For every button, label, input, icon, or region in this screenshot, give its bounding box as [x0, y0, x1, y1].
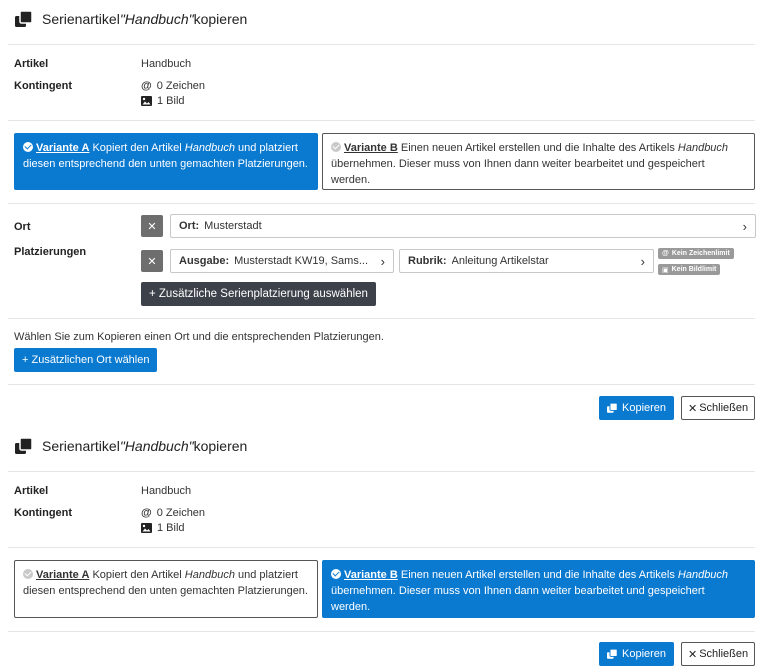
copy-icon [15, 11, 33, 27]
copy-button[interactable]: Kopieren [599, 396, 675, 420]
close-button-label: Schließen [699, 402, 749, 414]
variant-b-name[interactable]: Variante B [344, 142, 398, 154]
copy-button-label: Kopieren [622, 648, 667, 660]
variant-b-option[interactable]: Variante B Einen neuen Artikel erstellen… [322, 133, 755, 190]
at-icon: @ [141, 80, 152, 92]
check-circle-icon [23, 569, 33, 579]
variant-b-name[interactable]: Variante B [344, 569, 398, 581]
title-article-name: "Handbuch" [119, 438, 194, 454]
divider [8, 471, 755, 472]
rubrik-select[interactable]: Rubrik: Anleitung Artikelstar › [399, 249, 654, 273]
check-circle-icon [331, 569, 341, 579]
variant-a-name[interactable]: Variante A [36, 569, 89, 581]
variant-b-text-end: übernehmen. Dieser muss von Ihnen dann w… [331, 585, 705, 613]
hint-text: Wählen Sie zum Kopieren einen Ort und di… [14, 331, 384, 343]
ort-select-key: Ort: [179, 220, 200, 232]
ausgabe-select-value: Musterstadt KW19, Sams... [234, 255, 368, 267]
divider [8, 631, 755, 632]
ort-label: Ort [14, 221, 31, 233]
divider [8, 384, 755, 385]
kontingent-label: Kontingent [14, 80, 73, 92]
artikel-value: Handbuch [141, 58, 192, 70]
close-icon: ✕ [147, 255, 157, 268]
dialog-title: Serienartikel "Handbuch" kopieren [15, 11, 247, 27]
platzierungen-label: Platzierungen [14, 246, 87, 258]
variant-b-article: Handbuch [677, 142, 729, 154]
title-suffix: kopieren [193, 11, 248, 27]
at-icon: @ [662, 250, 669, 257]
copy-icon [15, 438, 33, 454]
variant-a-name[interactable]: Variante A [36, 142, 89, 154]
ausgabe-select[interactable]: Ausgabe: Musterstadt KW19, Sams... › [170, 249, 394, 273]
kontingent-zeichen: @0 Zeichen [141, 80, 205, 92]
rubrik-select-key: Rubrik: [408, 255, 447, 267]
chevron-right-icon: › [742, 218, 747, 234]
bildlimit-badge: ▣ Kein Bildlimit [658, 264, 721, 275]
divider [8, 318, 755, 319]
chevron-right-icon: › [380, 253, 385, 269]
variant-b-text: Einen neuen Artikel erstellen und die In… [397, 569, 678, 581]
check-circle-icon [23, 142, 33, 152]
remove-ort-button[interactable]: ✕ [141, 215, 163, 237]
close-icon: ✕ [688, 648, 698, 661]
variant-b-article: Handbuch [677, 569, 729, 581]
title-prefix: Serienartikel [42, 11, 120, 27]
divider [8, 44, 755, 45]
check-circle-icon [331, 142, 341, 152]
add-series-placement-button[interactable]: + Zusätzliche Serienplatzierung auswähle… [141, 282, 376, 306]
divider [8, 203, 755, 204]
ort-select-value: Musterstadt [204, 220, 262, 232]
image-icon: ▣ [662, 266, 669, 274]
variant-a-option[interactable]: Variante A Kopiert den Artikel Handbuch … [14, 560, 318, 618]
variant-a-text: Kopiert den Artikel [89, 569, 185, 581]
ort-select[interactable]: Ort: Musterstadt › [170, 214, 756, 238]
zeichenlimit-text: Kein Zeichenlimit [671, 250, 730, 257]
variant-a-text: Kopiert den Artikel [89, 142, 185, 154]
rubrik-select-value: Anleitung Artikelstar [451, 255, 549, 267]
bild-value: 1 Bild [157, 95, 185, 107]
title-suffix: kopieren [193, 438, 248, 454]
variant-a-article: Handbuch [184, 569, 235, 581]
zeichen-value: 0 Zeichen [156, 80, 206, 92]
chevron-right-icon: › [640, 253, 645, 269]
zeichen-value: 0 Zeichen [156, 507, 206, 519]
dialog-title: Serienartikel "Handbuch" kopieren [15, 438, 247, 454]
add-location-button[interactable]: + Zusätzlichen Ort wählen [14, 348, 158, 372]
divider [8, 120, 755, 121]
divider [8, 547, 755, 548]
kontingent-label: Kontingent [14, 507, 73, 519]
image-icon [141, 523, 152, 533]
ausgabe-select-key: Ausgabe: [179, 255, 230, 267]
kontingent-zeichen: @0 Zeichen [141, 507, 205, 519]
close-button[interactable]: ✕ Schließen [681, 642, 756, 666]
variant-a-article: Handbuch [184, 142, 235, 154]
kontingent-bild: 1 Bild [141, 522, 185, 534]
close-icon: ✕ [147, 220, 157, 233]
variant-a-option[interactable]: Variante A Kopiert den Artikel Handbuch … [14, 133, 318, 190]
bildlimit-text: Kein Bildlimit [671, 266, 717, 273]
image-icon [141, 96, 152, 106]
kontingent-bild: 1 Bild [141, 95, 185, 107]
variant-b-text-end: übernehmen. Dieser muss von Ihnen dann w… [331, 158, 705, 186]
variant-b-text: Einen neuen Artikel erstellen und die In… [397, 142, 678, 154]
artikel-label: Artikel [14, 485, 49, 497]
title-prefix: Serienartikel [42, 438, 120, 454]
at-icon: @ [141, 507, 152, 519]
artikel-value: Handbuch [141, 485, 192, 497]
copy-button[interactable]: Kopieren [599, 642, 675, 666]
remove-placement-button[interactable]: ✕ [141, 250, 163, 272]
variant-b-option[interactable]: Variante B Einen neuen Artikel erstellen… [322, 560, 755, 618]
close-button[interactable]: ✕ Schließen [681, 396, 756, 420]
copy-icon [607, 403, 618, 413]
artikel-label: Artikel [14, 58, 49, 70]
copy-button-label: Kopieren [622, 402, 667, 414]
copy-icon [607, 649, 618, 659]
close-icon: ✕ [688, 402, 698, 415]
zeichenlimit-badge: @ Kein Zeichenlimit [658, 248, 734, 259]
close-button-label: Schließen [699, 648, 749, 660]
title-article-name: "Handbuch" [119, 11, 194, 27]
bild-value: 1 Bild [157, 522, 185, 534]
